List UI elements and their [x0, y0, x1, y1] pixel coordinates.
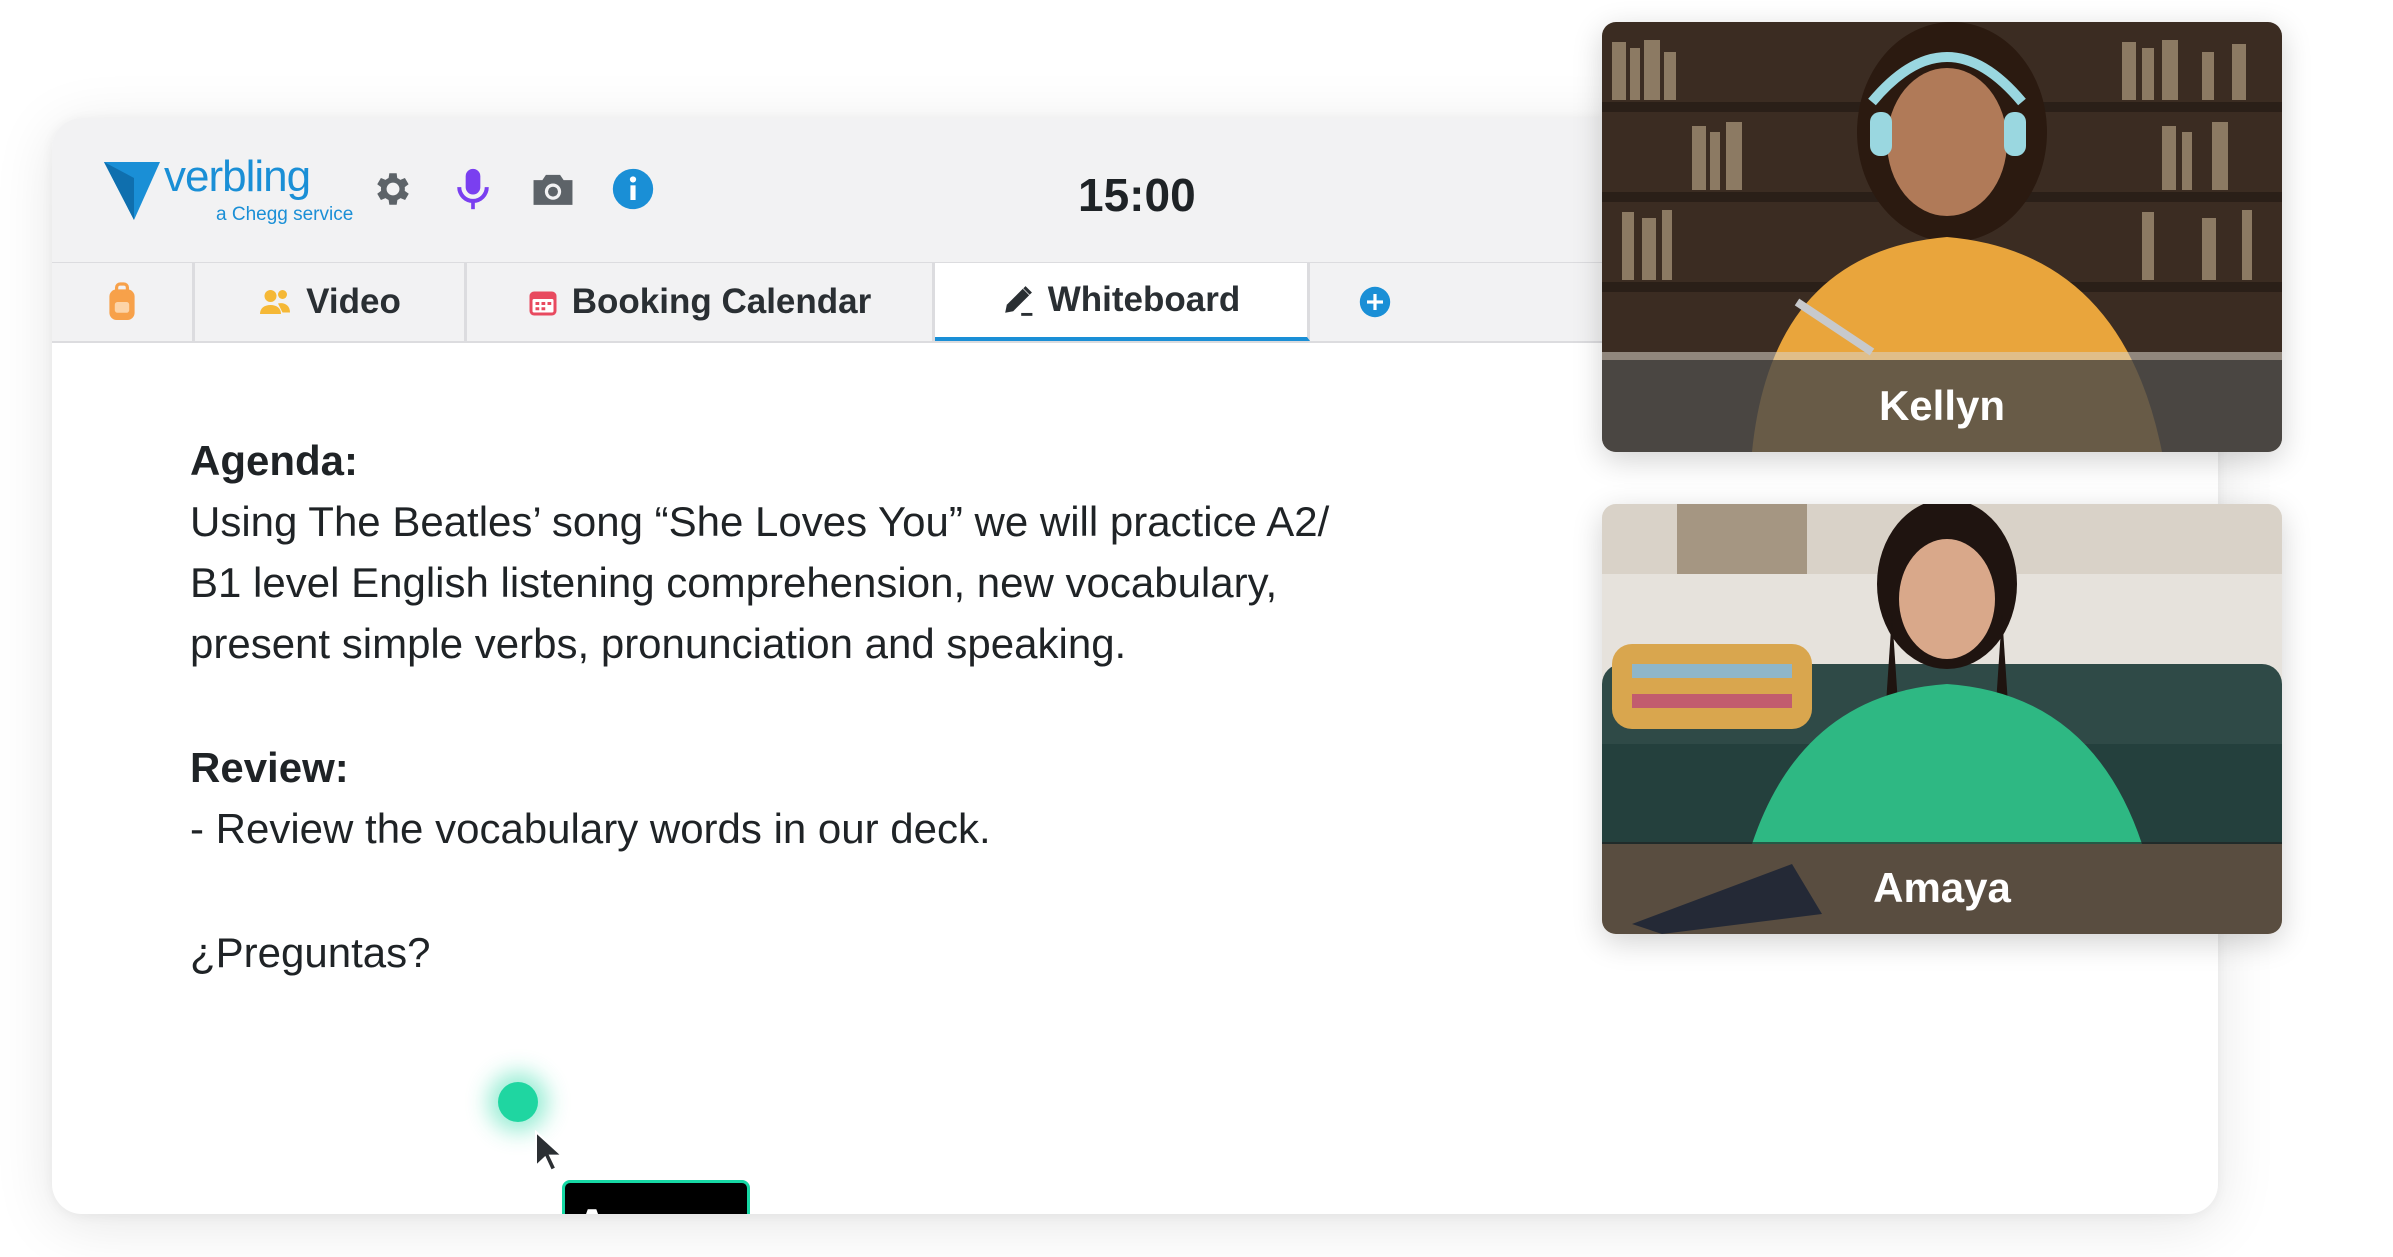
add-tab-button[interactable]: [1310, 263, 1440, 341]
session-timer: 15:00: [1078, 169, 1196, 221]
agenda-text-line: B1 level English listening comprehension…: [190, 559, 1278, 606]
calendar-icon: [528, 287, 558, 317]
verbling-logo: verbling a Chegg service: [104, 152, 354, 238]
tab-backpack[interactable]: [52, 263, 195, 341]
participant-name: Amaya: [1602, 842, 2282, 934]
participant-name: Kellyn: [1602, 360, 2282, 452]
pencil-icon: [1002, 284, 1034, 316]
participant-video-amaya[interactable]: Amaya: [1602, 504, 2282, 934]
tab-label: Video: [306, 282, 401, 321]
brand-tagline: a Chegg service: [216, 204, 354, 225]
review-text-line: - Review the vocabulary words in our dec…: [190, 805, 991, 852]
agenda-text-line: present simple verbs, pronunciation and …: [190, 620, 1127, 667]
remote-cursor-dot: [498, 1082, 538, 1122]
tab-booking-calendar[interactable]: Booking Calendar: [467, 263, 935, 341]
whiteboard-canvas[interactable]: Agenda: Using The Beatles’ song “She Lov…: [190, 430, 1490, 983]
tab-whiteboard[interactable]: Whiteboard: [935, 263, 1310, 341]
camera-icon[interactable]: [526, 162, 580, 216]
agenda-heading: Agenda:: [190, 437, 358, 484]
people-icon: [258, 287, 292, 317]
gear-icon[interactable]: [366, 162, 420, 216]
agenda-text-line: Using The Beatles’ song “She Loves You” …: [190, 498, 1330, 545]
microphone-icon[interactable]: [446, 162, 500, 216]
participant-video-kellyn[interactable]: Kellyn: [1602, 22, 2282, 452]
info-icon[interactable]: [606, 162, 660, 216]
tab-label: Whiteboard: [1047, 280, 1241, 319]
tab-label: Booking Calendar: [571, 282, 872, 321]
plus-circle-icon: [1359, 286, 1391, 318]
question-text: ¿Preguntas?: [190, 929, 431, 976]
remote-cursor-name-tag: Amaya: [562, 1180, 750, 1214]
brand-name: verbling: [164, 152, 311, 201]
verbling-logo-icon: [104, 162, 160, 220]
review-heading: Review:: [190, 744, 349, 791]
backpack-icon: [104, 282, 140, 322]
mouse-pointer-icon: [535, 1130, 565, 1172]
tab-video[interactable]: Video: [195, 263, 467, 341]
